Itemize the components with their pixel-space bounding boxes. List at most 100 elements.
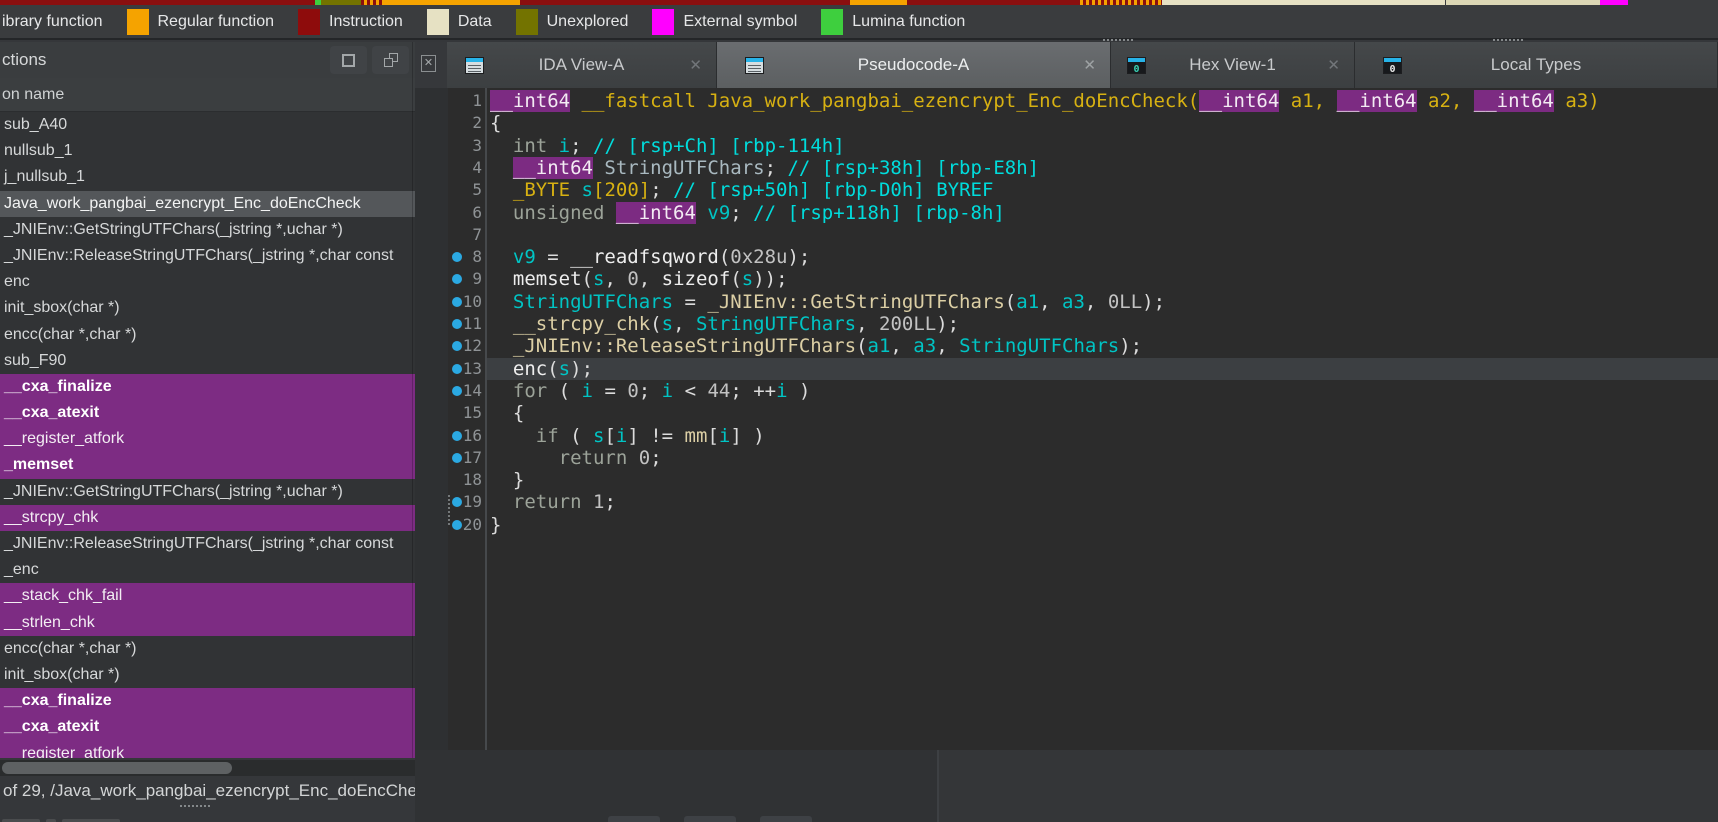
line-number: 15 (456, 402, 482, 424)
maximize-button[interactable] (330, 46, 367, 74)
code-line[interactable]: StringUTFChars = _JNIEnv::GetStringUTFCh… (490, 291, 1165, 313)
function-list-item[interactable]: init_sbox(char *) (0, 295, 433, 321)
pseudocode-view[interactable]: 1 __int64 __fastcall Java_work_pangbai_ez… (448, 88, 1718, 750)
code-line[interactable]: if ( s[i] != mm[i] ) (490, 425, 765, 447)
code-line[interactable]: return 1; (490, 491, 616, 513)
tab-close-icon[interactable]: ✕ (1083, 56, 1096, 74)
line-number: 7 (456, 224, 482, 246)
code-line[interactable]: int i; // [rsp+Ch] [rbp-114h] (490, 135, 845, 157)
splitter-handle[interactable] (448, 495, 451, 525)
tab-pseudocode-a[interactable]: Pseudocode-A ✕ (717, 42, 1111, 88)
function-list-item[interactable]: j_nullsub_1 (0, 164, 433, 190)
tab-local-types[interactable]: Local Types (1355, 42, 1718, 88)
function-list-item[interactable]: __register_atfork (0, 741, 433, 759)
tab-close-icon[interactable]: ✕ (689, 56, 702, 74)
legend-label-unexplored: Unexplored (547, 13, 629, 31)
hex-view-icon (1127, 57, 1146, 74)
function-list-item[interactable]: enc (0, 269, 433, 295)
function-list-item[interactable]: Java_work_pangbai_ezencrypt_Enc_doEncChe… (0, 191, 433, 217)
cutoff-button[interactable] (608, 816, 660, 822)
function-list-item[interactable]: encc(char *,char *) (0, 636, 433, 662)
function-name-column-header[interactable]: on name (0, 78, 433, 112)
bottom-dock-divider[interactable] (937, 750, 939, 822)
code-line[interactable]: __int64 StringUTFChars; // [rsp+38h] [rb… (490, 157, 1039, 179)
gutter-divider (485, 88, 487, 750)
legend-swatch-data (427, 9, 449, 35)
panel-seam (412, 42, 413, 758)
tab-label: IDA View-A (539, 55, 625, 75)
splitter-handle[interactable] (180, 805, 210, 808)
tab-label: Local Types (1491, 55, 1581, 75)
code-line[interactable]: _BYTE s[200]; // [rsp+50h] [rbp-D0h] BYR… (490, 179, 993, 201)
function-list-item[interactable]: encc(char *,char *) (0, 322, 433, 348)
line-number: 5 (456, 179, 482, 201)
function-list-item[interactable]: nullsub_1 (0, 138, 433, 164)
bottom-dock (415, 750, 1718, 822)
function-list-item[interactable]: __register_atfork (0, 426, 433, 452)
function-list-item[interactable]: _JNIEnv::GetStringUTFChars(_jstring *,uc… (0, 217, 433, 243)
line-number: 10 (456, 291, 482, 313)
tab-close-icon[interactable]: ✕ (1327, 56, 1340, 74)
functions-status-line: of 29, /Java_work_pangbai_ezencrypt_Enc_… (0, 776, 448, 810)
line-number: 16 (456, 425, 482, 447)
functions-panel-titlebar: ctions (0, 42, 433, 78)
code-line[interactable]: } (490, 514, 501, 536)
line-number: 4 (456, 157, 482, 179)
code-line[interactable]: } (490, 469, 524, 491)
functions-list[interactable]: sub_A40nullsub_1j_nullsub_1Java_work_pan… (0, 112, 433, 758)
code-line[interactable]: unsigned __int64 v9; // [rsp+118h] [rbp-… (490, 202, 1005, 224)
line-number: 13 (456, 358, 482, 380)
clipped-text-fragment (2, 814, 152, 822)
ida-pro-window: ibrary functionRegular functionInstructi… (0, 0, 1718, 822)
code-line[interactable]: enc(s); (490, 358, 593, 380)
line-number: 2 (456, 112, 482, 134)
line-number: 12 (456, 335, 482, 357)
tab-label: Pseudocode-A (858, 55, 970, 75)
cutoff-button[interactable] (760, 816, 812, 822)
functions-horizontal-scrollbar[interactable] (0, 760, 430, 776)
code-line[interactable]: { (490, 402, 524, 424)
function-list-item[interactable]: __cxa_atexit (0, 400, 433, 426)
function-list-item[interactable]: _JNIEnv::GetStringUTFChars(_jstring *,uc… (0, 479, 433, 505)
legend-label-library-function: ibrary function (2, 13, 103, 31)
legend-label-external-symbol: External symbol (683, 13, 797, 31)
line-number: 19 (456, 491, 482, 513)
function-list-item[interactable]: _JNIEnv::ReleaseStringUTFChars(_jstring … (0, 531, 433, 557)
function-list-item[interactable]: __cxa_finalize (0, 688, 433, 714)
function-list-item[interactable]: sub_A40 (0, 112, 433, 138)
code-line[interactable]: __int64 __fastcall Java_work_pangbai_eze… (490, 90, 1600, 112)
function-list-item[interactable]: _JNIEnv::ReleaseStringUTFChars(_jstring … (0, 243, 433, 269)
float-window-button[interactable] (372, 46, 409, 74)
line-number: 14 (456, 380, 482, 402)
code-line[interactable]: { (490, 112, 501, 134)
scrollbar-thumb[interactable] (2, 762, 232, 774)
code-line[interactable]: for ( i = 0; i < 44; ++i ) (490, 380, 810, 402)
functions-panel-title: ctions (2, 42, 46, 78)
tab-hex-view-1[interactable]: Hex View-1 ✕ (1111, 42, 1355, 88)
legend-label-lumina-function: Lumina function (852, 13, 965, 31)
code-line[interactable]: v9 = __readfsqword(0x28u); (490, 246, 810, 268)
legend-swatch-lumina-function (821, 9, 843, 35)
local-types-icon (1383, 57, 1402, 74)
function-list-item[interactable]: __stack_chk_fail (0, 583, 433, 609)
cutoff-button[interactable] (684, 816, 736, 822)
dock-splitter-strip (415, 88, 448, 750)
line-number: 1 (456, 90, 482, 112)
tab-label: Hex View-1 (1189, 55, 1276, 75)
function-list-item[interactable]: sub_F90 (0, 348, 433, 374)
function-list-item[interactable]: __strcpy_chk (0, 505, 433, 531)
current-line-highlight (487, 358, 1718, 380)
code-line[interactable]: _JNIEnv::ReleaseStringUTFChars(a1, a3, S… (490, 335, 1142, 357)
function-list-item[interactable]: __strlen_chk (0, 610, 433, 636)
tab-ida-view-a[interactable]: IDA View-A ✕ (447, 42, 717, 88)
code-line[interactable]: memset(s, 0, sizeof(s)); (490, 268, 788, 290)
function-list-item[interactable]: _memset (0, 452, 433, 478)
function-list-item[interactable]: __cxa_finalize (0, 374, 433, 400)
function-list-item[interactable]: init_sbox(char *) (0, 662, 433, 688)
window-close-icon[interactable]: ✕ (421, 55, 436, 72)
function-list-item[interactable]: _enc (0, 557, 433, 583)
function-list-item[interactable]: __cxa_atexit (0, 714, 433, 740)
code-line[interactable]: __strcpy_chk(s, StringUTFChars, 200LL); (490, 313, 959, 335)
color-legend-bar: ibrary functionRegular functionInstructi… (0, 5, 1718, 40)
code-line[interactable]: return 0; (490, 447, 662, 469)
